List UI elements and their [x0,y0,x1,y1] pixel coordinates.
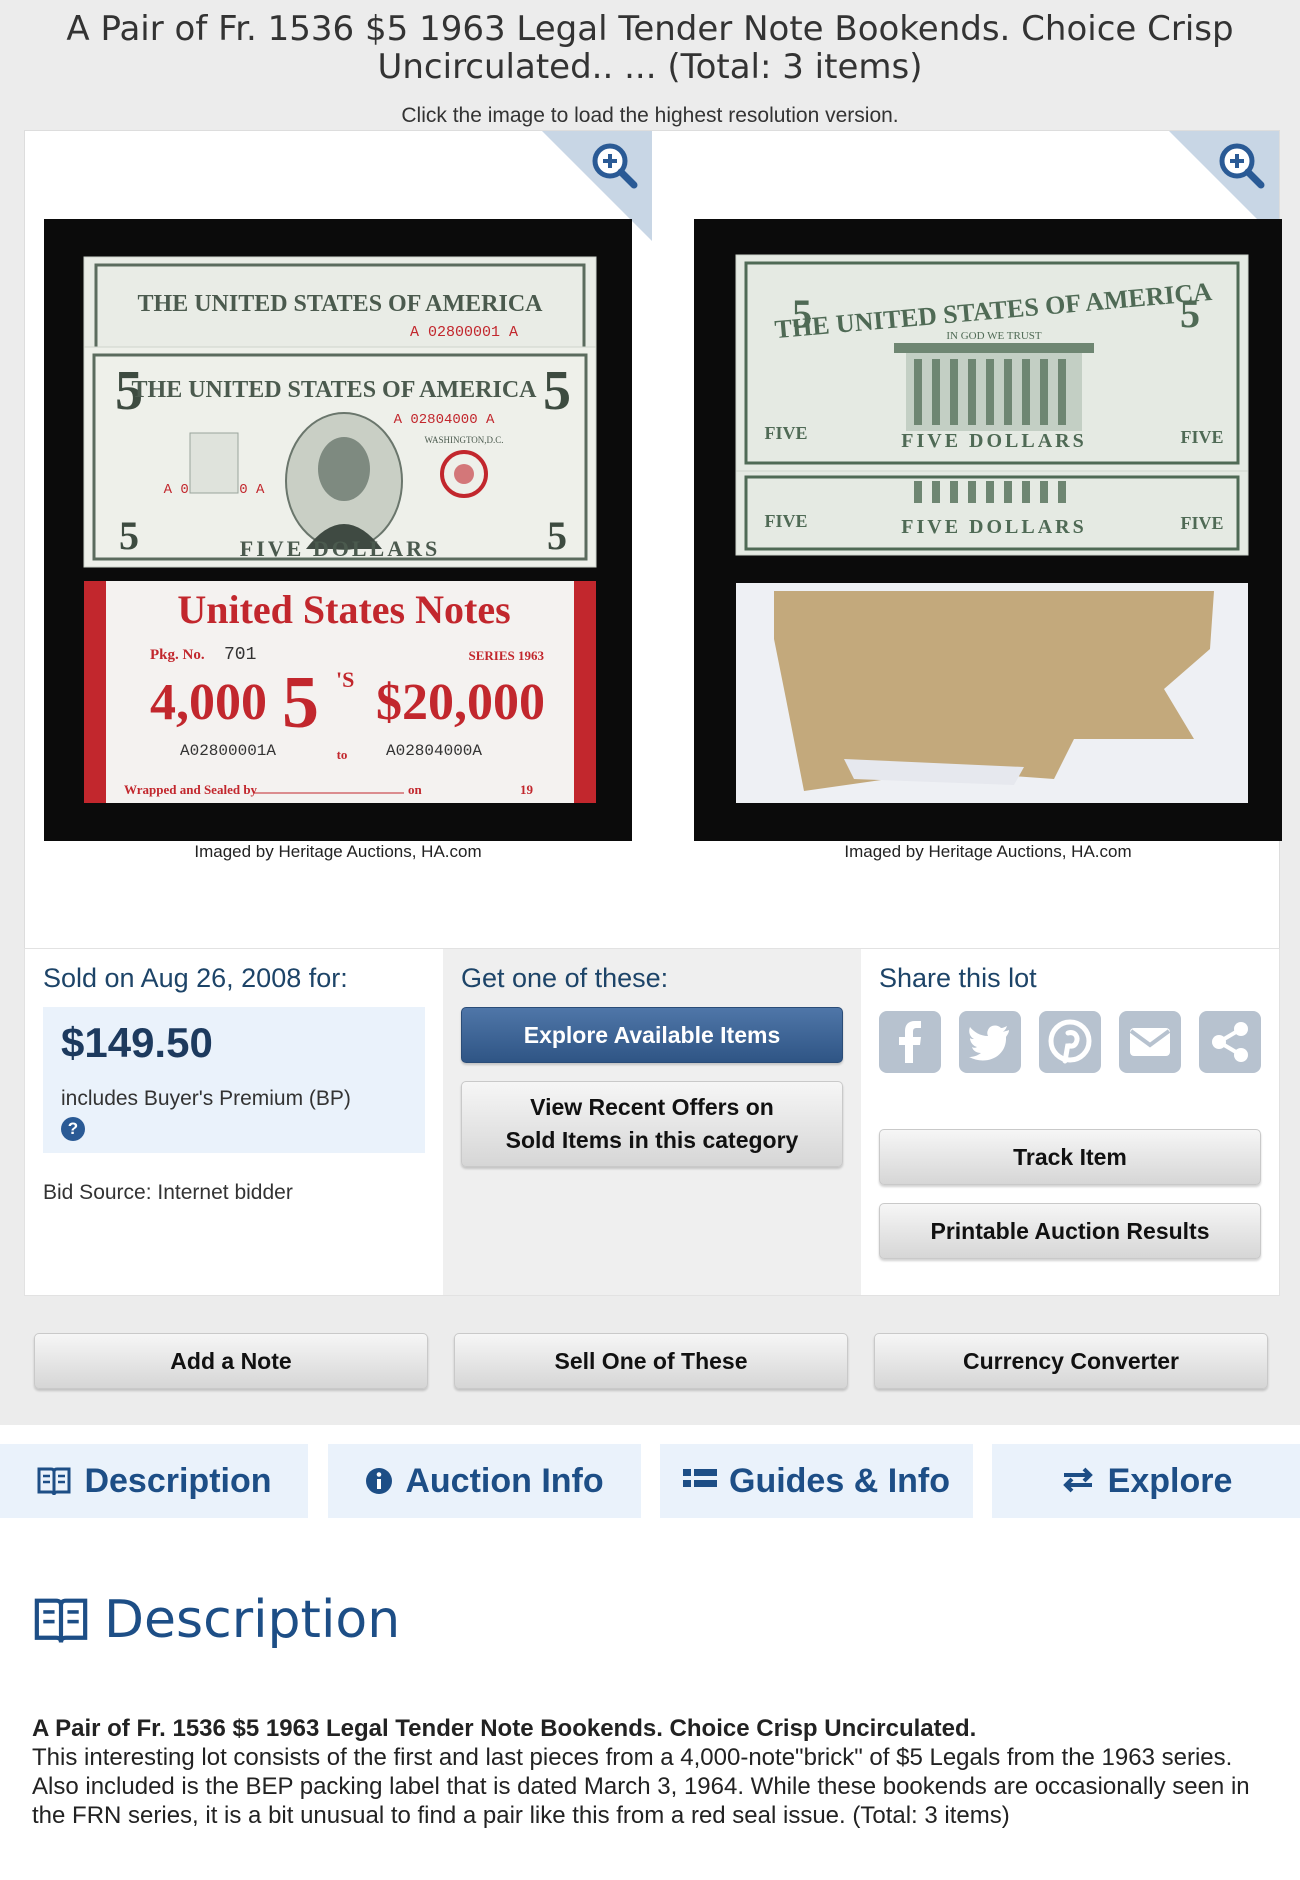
label-denom-suffix: 'S [336,667,354,692]
back-denom-left: 5 [792,291,812,336]
label-denom: 5 [282,662,319,744]
get-column: Get one of these: Explore Available Item… [443,949,861,1295]
currency-converter-button[interactable]: Currency Converter [874,1333,1268,1389]
get-heading: Get one of these: [461,963,669,993]
label-amount: $20,000 [376,674,545,731]
note-denom-br: 5 [547,513,567,558]
back-denom-right: 5 [1180,291,1200,336]
description-body: A Pair of Fr. 1536 $5 1963 Legal Tender … [32,1714,1272,1830]
label-from: A02800001A [180,742,276,760]
twitter-icon[interactable] [959,1011,1021,1073]
track-item-button[interactable]: Track Item [879,1129,1261,1185]
add-note-button[interactable]: Add a Note [34,1333,428,1389]
email-icon[interactable] [1119,1011,1181,1073]
sold-heading: Sold on Aug 26, 2008 for: [43,963,348,993]
share-heading: Share this lot [879,963,1037,993]
note-denom-right: 5 [543,360,571,422]
image-credit: Imaged by Heritage Auctions, HA.com [194,842,482,861]
printable-results-button[interactable]: Printable Auction Results [879,1203,1261,1259]
note-bottom-text: FIVE DOLLARS [240,536,440,561]
front-notes-photo[interactable]: THE UNITED STATES OF AMERICA A 02800001 … [44,219,632,841]
lot-info: Sold on Aug 26, 2008 for: $149.50 includ… [24,948,1280,1296]
tab-guides-label: Guides & Info [729,1461,950,1500]
help-icon[interactable]: ? [61,1117,85,1141]
sold-column: Sold on Aug 26, 2008 for: $149.50 includ… [25,949,443,1295]
list-icon [683,1469,717,1487]
label-pkg-label: Pkg. No. [150,647,205,663]
explore-available-button[interactable]: Explore Available Items [461,1007,843,1063]
page-title-line-2: Uncirculated.. ... (Total: 3 items) [377,47,923,87]
share-icon[interactable] [1199,1011,1261,1073]
price-box: $149.50 includes Buyer's Premium (BP) ? [43,1007,425,1153]
view-recent-offers-button[interactable]: View Recent Offers on Sold Items in this… [461,1081,843,1167]
note-header: THE UNITED STATES OF AMERICA [132,377,538,403]
label-series: SERIES 1963 [469,648,545,663]
tab-description-label: Description [84,1461,272,1500]
share-column: Share this lot Track Item Printable Auct… [861,949,1279,1295]
tab-explore[interactable]: Explore [992,1444,1300,1518]
back-bottom-text: FIVE DOLLARS [901,430,1086,452]
label-title: United States Notes [177,587,510,632]
back2-five-right: FIVE [1180,513,1223,533]
buyers-premium-note: includes Buyer's Premium (BP) [61,1087,351,1110]
tab-auction-info-label: Auction Info [405,1461,604,1500]
label-count: 4,000 [150,674,267,731]
tab-auction-info[interactable]: Auction Info [328,1444,641,1518]
view-recent-offers-line-2: Sold Items in this category [505,1127,799,1153]
front-image-panel[interactable]: THE UNITED STATES OF AMERICA A 02800001 … [25,131,652,949]
facebook-icon[interactable] [879,1011,941,1073]
note-denom-bl: 5 [119,513,139,558]
back2-bottom-text: FIVE DOLLARS [901,516,1086,538]
label-pkg-no: 701 [224,645,256,665]
info-icon [366,1468,393,1494]
bid-source: Bid Source: Internet bidder [43,1181,293,1204]
tab-bar: Description Auction Info Guides & Info E… [0,1444,1300,1518]
back-five-right: FIVE [1180,427,1223,447]
description-heading-label: Description [104,1590,401,1650]
back-image-panel[interactable]: THE UNITED STATES OF AMERICA IN GOD WE T… [652,131,1282,949]
exchange-icon [1062,1467,1093,1493]
image-credit: Imaged by Heritage Auctions, HA.com [844,842,1132,861]
back-motto: IN GOD WE TRUST [946,330,1042,342]
description-title: A Pair of Fr. 1536 $5 1963 Legal Tender … [32,1715,977,1742]
back-notes-photo[interactable]: THE UNITED STATES OF AMERICA IN GOD WE T… [694,219,1282,841]
page-title-line-1: A Pair of Fr. 1536 $5 1963 Legal Tender … [66,9,1234,49]
view-recent-offers-line-1: View Recent Offers on [530,1094,774,1120]
note-header-top: THE UNITED STATES OF AMERICA [138,291,544,317]
label-year: 19 [520,782,534,797]
back2-five-left: FIVE [764,511,807,531]
image-hint: Click the image to load the highest reso… [401,104,899,127]
label-wrapped: Wrapped and Sealed by [124,782,258,797]
sell-one-button[interactable]: Sell One of These [454,1333,848,1389]
description-text: This interesting lot consists of the fir… [32,1744,1250,1829]
label-to: A02804000A [386,742,482,760]
book-icon [34,1598,88,1643]
tab-explore-label: Explore [1107,1461,1233,1500]
label-to-word: to [337,747,348,762]
description-heading: Description [32,1590,400,1650]
note-place: WASHINGTON,D.C. [424,435,503,445]
tab-description[interactable]: Description [0,1444,308,1518]
pinterest-icon[interactable] [1039,1011,1101,1073]
label-on: on [408,782,423,797]
note-serial-mid: A 02804000 A [394,412,495,428]
back-five-left: FIVE [764,423,807,443]
note-serial-top: A 02800001 A [410,324,518,341]
sold-price: $149.50 [61,1019,213,1066]
tab-guides[interactable]: Guides & Info [660,1444,973,1518]
page-title: A Pair of Fr. 1536 $5 1963 Legal Tender … [0,10,1300,86]
book-icon [37,1467,71,1496]
image-gallery: THE UNITED STATES OF AMERICA A 02800001 … [24,130,1282,950]
